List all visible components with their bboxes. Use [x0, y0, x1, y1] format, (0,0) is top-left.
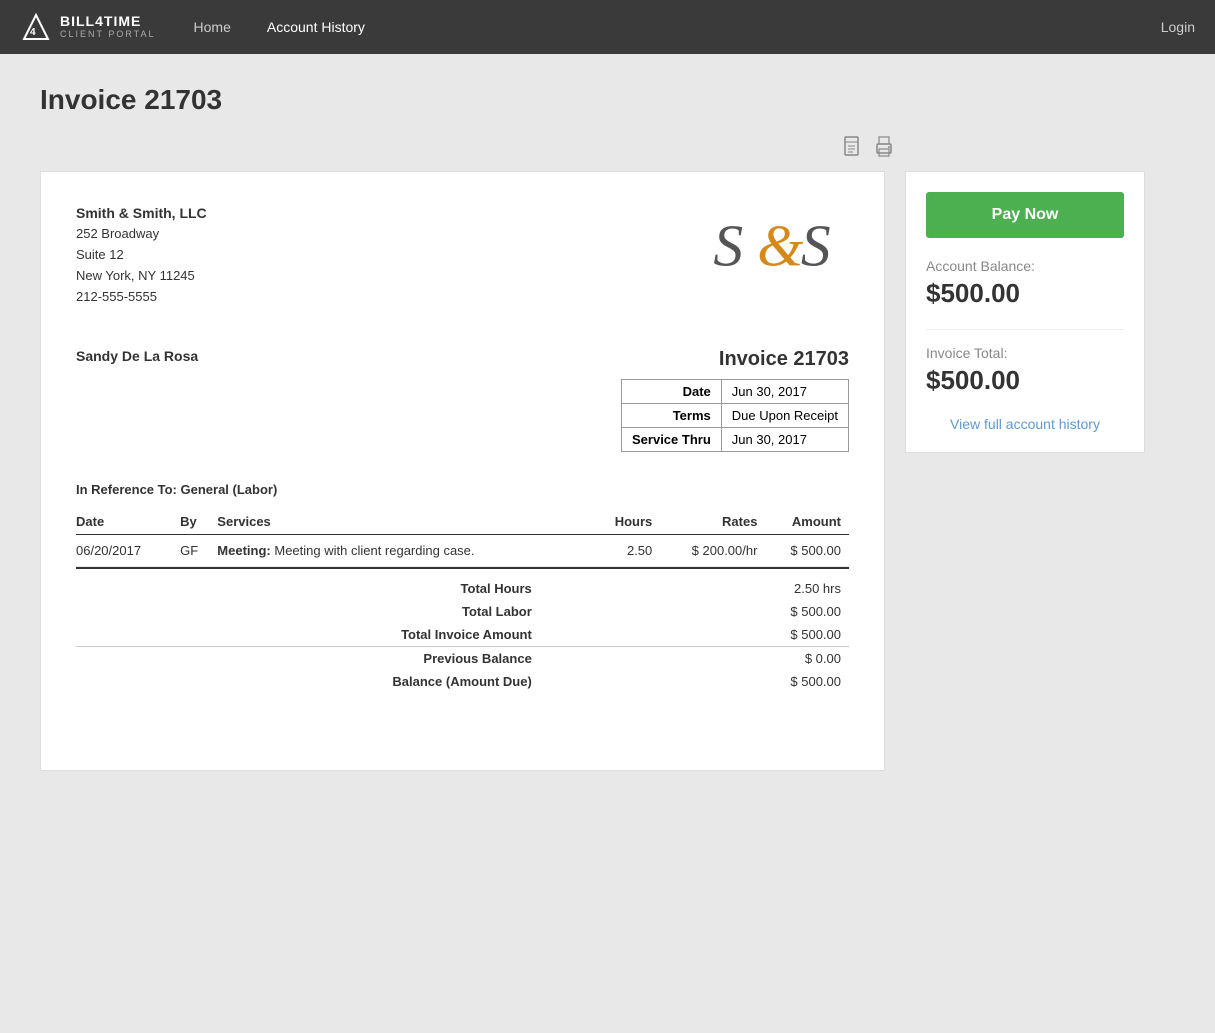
- meta-row-date: Date Jun 30, 2017: [622, 379, 849, 403]
- balance-due-row: Balance (Amount Due) $ 500.00: [76, 670, 849, 693]
- brand-name: BILL4TIME: [60, 14, 156, 29]
- toolbar-icons: [40, 136, 905, 163]
- nav-links: Home Account History: [186, 15, 1131, 39]
- invoice-header: Smith & Smith, LLC 252 Broadway Suite 12…: [76, 202, 849, 308]
- invoice-meta-table: Date Jun 30, 2017 Terms Due Upon Receipt…: [621, 379, 849, 452]
- balance-due-label: Balance (Amount Due): [76, 670, 540, 693]
- meta-row-terms: Terms Due Upon Receipt: [622, 403, 849, 427]
- print-icon-svg: [873, 136, 895, 158]
- svg-text:S: S: [801, 213, 831, 279]
- service-bold: Meeting:: [217, 543, 270, 558]
- col-amount: Amount: [765, 509, 849, 535]
- total-hours-row: Total Hours 2.50 hrs: [76, 577, 849, 600]
- row-hours: 2.50: [595, 534, 660, 566]
- meta-value-terms: Due Upon Receipt: [721, 403, 848, 427]
- print-icon[interactable]: [873, 136, 895, 163]
- account-balance-amount: $500.00: [926, 278, 1124, 309]
- total-labor-value: $ 500.00: [540, 600, 849, 623]
- brand-logo-icon: 4: [20, 11, 52, 43]
- total-invoice-label: Total Invoice Amount: [76, 623, 540, 647]
- col-by: By: [180, 509, 217, 535]
- meta-row-service-thru: Service Thru Jun 30, 2017: [622, 427, 849, 451]
- meta-label-service-thru: Service Thru: [622, 427, 722, 451]
- svg-text:&: &: [757, 213, 804, 279]
- previous-balance-value: $ 0.00: [540, 646, 849, 670]
- page-title: Invoice 21703: [40, 84, 1175, 116]
- brand-text: BILL4TIME CLIENT PORTAL: [60, 14, 156, 39]
- brand-sub: CLIENT PORTAL: [60, 30, 156, 40]
- svg-text:4: 4: [30, 27, 36, 38]
- client-name: Sandy De La Rosa: [76, 348, 198, 364]
- previous-balance-label: Previous Balance: [76, 646, 540, 670]
- row-rate: $ 200.00/hr: [660, 534, 765, 566]
- navbar: 4 BILL4TIME CLIENT PORTAL Home Account H…: [0, 0, 1215, 54]
- line-items-tbody: 06/20/2017 GF Meeting: Meeting with clie…: [76, 534, 849, 566]
- pdf-icon[interactable]: [843, 136, 863, 163]
- meta-label-date: Date: [622, 379, 722, 403]
- pay-now-button[interactable]: Pay Now: [926, 192, 1124, 238]
- sidebar-panel: Pay Now Account Balance: $500.00 Invoice…: [905, 171, 1145, 453]
- company-logo: S & S: [709, 202, 849, 282]
- company-info: Smith & Smith, LLC 252 Broadway Suite 12…: [76, 202, 207, 308]
- row-service: Meeting: Meeting with client regarding c…: [217, 534, 595, 566]
- col-services: Services: [217, 509, 595, 535]
- col-hours: Hours: [595, 509, 660, 535]
- meta-value-date: Jun 30, 2017: [721, 379, 848, 403]
- total-invoice-amount-row: Total Invoice Amount $ 500.00: [76, 623, 849, 647]
- main-content: Invoice 21703: [0, 54, 1215, 801]
- line-items-table: Date By Services Hours Rates Amount 06/2…: [76, 509, 849, 567]
- company-address2: Suite 12: [76, 245, 207, 266]
- invoice-total-amount: $500.00: [926, 365, 1124, 396]
- company-city-state-zip: New York, NY 11245: [76, 266, 207, 287]
- account-balance-label: Account Balance:: [926, 258, 1124, 274]
- sidebar-divider: [926, 329, 1124, 330]
- nav-home[interactable]: Home: [186, 15, 239, 39]
- svg-text:S: S: [713, 213, 743, 279]
- pdf-icon-svg: [843, 136, 863, 158]
- company-logo-svg: S & S: [709, 202, 849, 282]
- nav-account-history[interactable]: Account History: [259, 15, 373, 39]
- invoice-meta-right: Invoice 21703 Date Jun 30, 2017 Terms Du…: [621, 348, 849, 452]
- brand: 4 BILL4TIME CLIENT PORTAL: [20, 11, 156, 43]
- total-labor-row: Total Labor $ 500.00: [76, 600, 849, 623]
- total-hours-label: Total Hours: [76, 577, 540, 600]
- login-link[interactable]: Login: [1161, 19, 1195, 35]
- company-name: Smith & Smith, LLC: [76, 202, 207, 224]
- invoice-panel: Smith & Smith, LLC 252 Broadway Suite 12…: [40, 171, 885, 771]
- total-hours-value: 2.50 hrs: [540, 577, 849, 600]
- line-items-thead: Date By Services Hours Rates Amount: [76, 509, 849, 535]
- total-labor-label: Total Labor: [76, 600, 540, 623]
- line-items-header-row: Date By Services Hours Rates Amount: [76, 509, 849, 535]
- company-address1: 252 Broadway: [76, 224, 207, 245]
- row-amount: $ 500.00: [765, 534, 849, 566]
- col-date: Date: [76, 509, 180, 535]
- invoice-number: Invoice 21703: [719, 348, 849, 371]
- balance-due-value: $ 500.00: [540, 670, 849, 693]
- totals-table: Total Hours 2.50 hrs Total Labor $ 500.0…: [76, 577, 849, 693]
- invoice-total-label: Invoice Total:: [926, 345, 1124, 361]
- row-by: GF: [180, 534, 217, 566]
- table-row: 06/20/2017 GF Meeting: Meeting with clie…: [76, 534, 849, 566]
- invoice-meta-section: Sandy De La Rosa Invoice 21703 Date Jun …: [76, 348, 849, 452]
- totals-section: Total Hours 2.50 hrs Total Labor $ 500.0…: [76, 567, 849, 693]
- company-phone: 212-555-5555: [76, 287, 207, 308]
- total-invoice-value: $ 500.00: [540, 623, 849, 647]
- view-history-link[interactable]: View full account history: [926, 416, 1124, 432]
- row-date: 06/20/2017: [76, 534, 180, 566]
- col-rates: Rates: [660, 509, 765, 535]
- invoice-layout: Smith & Smith, LLC 252 Broadway Suite 12…: [40, 171, 1175, 771]
- reference-label: In Reference To: General (Labor): [76, 482, 849, 497]
- service-desc: Meeting with client regarding case.: [271, 543, 475, 558]
- meta-value-service-thru: Jun 30, 2017: [721, 427, 848, 451]
- meta-label-terms: Terms: [622, 403, 722, 427]
- previous-balance-row: Previous Balance $ 0.00: [76, 646, 849, 670]
